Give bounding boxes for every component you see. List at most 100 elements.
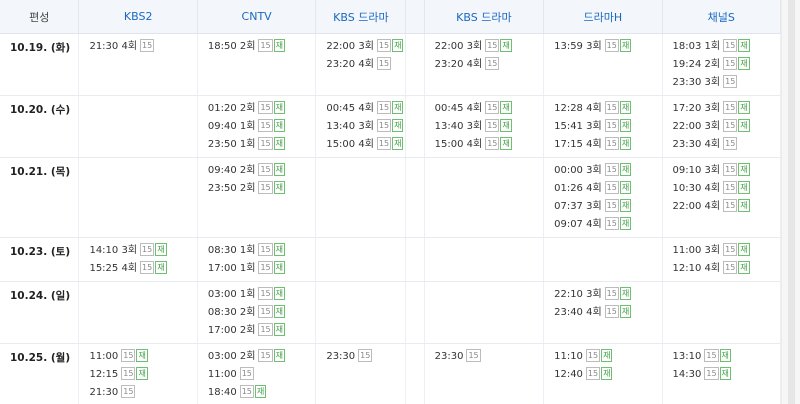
entry-episode: 4회: [704, 263, 721, 274]
broadcast-entry[interactable]: 23:20 4회 15: [435, 56, 543, 75]
broadcast-entry[interactable]: 18:03 1회 15 재: [673, 38, 780, 57]
broadcast-entry[interactable]: 23:30 4회 15: [673, 136, 780, 155]
broadcast-entry[interactable]: 23:50 2회 15 재: [208, 180, 315, 199]
broadcast-entry[interactable]: 11:10 15 재: [554, 348, 661, 367]
rating-15-badge: 15: [723, 162, 738, 176]
entry-episode: 2회: [239, 165, 256, 176]
broadcast-entry[interactable]: 17:00 2회 15 재: [208, 322, 315, 341]
schedule-cell-chs: 18:03 1회 15 재 19:24 2회 15 재 23:30 3회 15: [662, 33, 782, 96]
broadcast-entry[interactable]: 14:30 15 재: [672, 366, 780, 385]
entry-episode: 3회: [704, 77, 721, 88]
broadcast-entry[interactable]: 22:00 3회 15 재: [673, 118, 780, 137]
schedule-cell-kbs2: [78, 95, 198, 158]
rating-15-badge: 15: [704, 348, 719, 362]
rating-15-badge: 15: [258, 260, 273, 274]
rerun-badge: 재: [719, 348, 731, 362]
broadcast-entry[interactable]: 17:00 1회 15 재: [208, 260, 315, 279]
broadcast-entry[interactable]: 12:28 4회 15 재: [554, 100, 661, 119]
broadcast-entry[interactable]: 18:40 15 재: [208, 384, 315, 403]
entry-episode: 4회: [358, 103, 374, 114]
rerun-badge: 재: [273, 38, 286, 52]
entry-time: 22:00: [434, 41, 464, 52]
broadcast-entry[interactable]: 12:40 15 재: [554, 366, 661, 385]
schedule-cell-kbsd1: [315, 237, 407, 282]
broadcast-entry[interactable]: 00:00 3회 15 재: [554, 162, 661, 181]
vertical-scrollbar[interactable]: [781, 0, 800, 404]
entry-time: 18:50: [207, 41, 237, 52]
broadcast-entry[interactable]: 08:30 2회 15 재: [208, 304, 315, 323]
broadcast-entry[interactable]: 14:10 3회 15 재: [89, 242, 196, 261]
broadcast-entry[interactable]: 13:10 15 재: [673, 348, 780, 367]
broadcast-entry[interactable]: 10:30 4회 15 재: [673, 180, 780, 199]
broadcast-entry[interactable]: 23:50 1회 15 재: [208, 136, 315, 155]
broadcast-entry[interactable]: 11:00 15 재: [89, 348, 196, 367]
broadcast-entry[interactable]: 11:00 15: [208, 366, 315, 385]
broadcast-entry[interactable]: 15:00 4회 15 재: [326, 136, 405, 155]
entry-episode: 2회: [704, 59, 721, 70]
entry-episode: 4회: [704, 183, 721, 194]
broadcast-entry[interactable]: 22:10 3회 15 재: [554, 286, 661, 305]
rating-15-badge: 15: [604, 38, 619, 52]
broadcast-entry[interactable]: 23:20 4회 15: [326, 56, 405, 75]
rating-15-badge: 15: [485, 118, 500, 132]
broadcast-entry[interactable]: 00:45 4회 15 재: [326, 100, 405, 119]
entry-time: 23:20: [326, 59, 356, 70]
row-date: 10.21. (목): [0, 157, 80, 238]
broadcast-entry[interactable]: 12:10 4회 15 재: [673, 260, 780, 279]
schedule-cell-dramah: 13:59 3회 15 재: [543, 33, 663, 96]
broadcast-entry[interactable]: 09:40 1회 15 재: [208, 118, 315, 137]
rating-15-badge: 15: [258, 162, 273, 176]
broadcast-entry[interactable]: 13:40 3회 15 재: [326, 118, 405, 137]
broadcast-entry[interactable]: 03:00 2회 15 재: [208, 348, 315, 367]
schedule-row: 10.20. (수) 01:20 2회 15 재 09:40 1회 15 재 23:50 1회…: [0, 95, 782, 158]
entry-time: 23:40: [554, 307, 583, 318]
broadcast-entry[interactable]: 00:45 4회 15 재: [435, 100, 543, 119]
rating-15-badge: 15: [604, 100, 619, 114]
broadcast-entry[interactable]: 09:07 4회 15 재: [554, 216, 661, 235]
entry-episode: 3회: [466, 41, 483, 52]
entry-episode: 4회: [586, 183, 602, 194]
broadcast-entry[interactable]: 01:26 4회 15 재: [554, 180, 661, 199]
entry-episode: 4회: [586, 139, 602, 150]
broadcast-entry[interactable]: 23:30 15: [326, 348, 405, 367]
broadcast-entry[interactable]: 17:15 4회 15 재: [554, 136, 661, 155]
broadcast-entry[interactable]: 09:10 3회 15 재: [673, 162, 780, 181]
broadcast-entry[interactable]: 13:40 3회 15 재: [435, 118, 543, 137]
broadcast-entry[interactable]: 22:00 4회 15 재: [673, 198, 780, 217]
entry-time: 12:40: [554, 369, 583, 380]
broadcast-entry[interactable]: 21:30 4회 15: [89, 38, 196, 57]
broadcast-entry[interactable]: 01:20 2회 15 재: [208, 100, 315, 119]
broadcast-entry[interactable]: 09:40 2회 15 재: [208, 162, 315, 181]
entry-episode: 3회: [586, 289, 602, 300]
broadcast-entry[interactable]: 11:00 3회 15 재: [673, 242, 780, 261]
broadcast-entry[interactable]: 22:00 3회 15 재: [326, 38, 405, 57]
broadcast-entry[interactable]: 15:41 3회 15 재: [554, 118, 661, 137]
header-cntv: CNTV: [197, 0, 317, 34]
broadcast-entry[interactable]: 19:24 2회 15 재: [673, 56, 780, 75]
scrollbar-thumb[interactable]: [788, 0, 795, 404]
broadcast-entry[interactable]: 23:30 15: [435, 348, 543, 367]
schedule-cell-kbsd2: [424, 237, 545, 282]
broadcast-entry[interactable]: 07:37 3회 15 재: [554, 198, 661, 217]
broadcast-entry[interactable]: 21:30 15: [89, 384, 196, 403]
rerun-badge: 재: [273, 162, 286, 176]
rating-15-badge: 15: [604, 162, 619, 176]
broadcast-entry[interactable]: 15:25 4회 15 재: [89, 260, 196, 279]
broadcast-entry[interactable]: 17:20 3회 15 재: [673, 100, 780, 119]
broadcast-entry[interactable]: 23:40 4회 15 재: [554, 304, 661, 323]
schedule-cell-cntv: 03:00 2회 15 재 11:00 15 18:40 15 재: [197, 343, 317, 404]
broadcast-entry[interactable]: 22:00 3회 15 재: [434, 38, 543, 57]
broadcast-entry[interactable]: 13:59 3회 15 재: [554, 38, 661, 57]
rating-15-badge: 15: [258, 242, 273, 256]
broadcast-entry[interactable]: 08:30 1회 15 재: [208, 242, 315, 261]
broadcast-entry[interactable]: 03:00 1회 15 재: [208, 286, 315, 305]
entry-episode: 3회: [121, 245, 138, 256]
broadcast-entry[interactable]: 12:15 15 재: [89, 366, 196, 385]
broadcast-entry[interactable]: 18:50 2회 15 재: [207, 38, 315, 57]
broadcast-entry[interactable]: 15:00 4회 15 재: [435, 136, 543, 155]
rating-15-badge: 15: [723, 260, 738, 274]
rating-15-badge: 15: [239, 384, 254, 398]
broadcast-entry[interactable]: 23:30 3회 15: [673, 74, 780, 93]
rerun-badge: 재: [273, 136, 286, 150]
entry-time: 14:30: [672, 369, 702, 380]
